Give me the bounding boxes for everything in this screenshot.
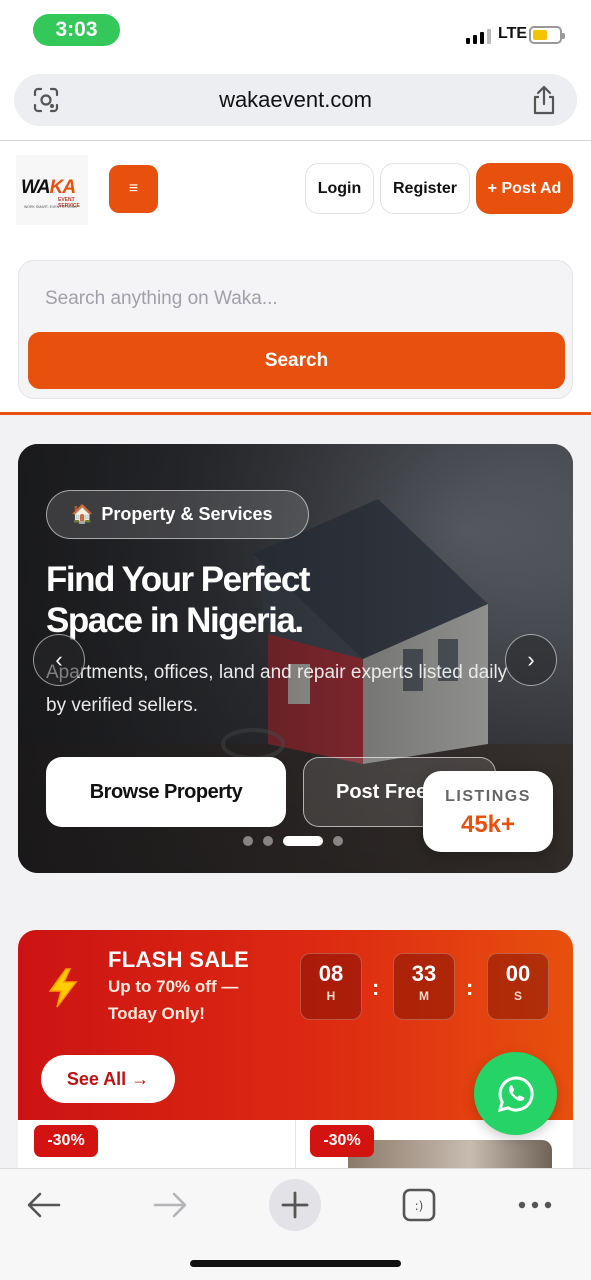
forward-button[interactable] bbox=[144, 1179, 196, 1231]
hero-carousel[interactable]: 🏠 Property & Services Find Your Perfect … bbox=[18, 444, 573, 873]
tabs-icon: :) bbox=[402, 1188, 436, 1222]
register-button[interactable]: Register bbox=[380, 163, 470, 214]
site-header: WAKA EVENT SERVICE WORK SMART. EVENT STR… bbox=[0, 141, 591, 413]
status-bar: 3:03 LTE bbox=[0, 0, 591, 62]
search-input[interactable] bbox=[31, 277, 561, 321]
whatsapp-icon bbox=[497, 1075, 534, 1112]
menu-icon: ≡ bbox=[128, 180, 139, 197]
flash-sale-title: FLASH SALE bbox=[108, 947, 250, 972]
bolt-icon bbox=[48, 968, 78, 1008]
hero-badge-label: Property & Services bbox=[101, 504, 273, 524]
post-ad-button[interactable]: + Post Ad bbox=[476, 163, 573, 214]
back-button[interactable] bbox=[18, 1179, 70, 1231]
more-button[interactable] bbox=[509, 1179, 561, 1231]
url-text[interactable]: wakaevent.com bbox=[14, 87, 577, 113]
hero-description: Apartments, offices, land and repair exp… bbox=[46, 662, 508, 716]
back-icon bbox=[27, 1192, 61, 1218]
browse-property-button[interactable]: Browse Property bbox=[46, 757, 286, 827]
flash-sale-subtitle: Up to 70% off — Today Only! bbox=[108, 977, 239, 1023]
countdown-separator: : bbox=[466, 975, 474, 1000]
chevron-left-icon: ‹ bbox=[55, 647, 63, 672]
countdown-separator: : bbox=[372, 975, 380, 1000]
chevron-right-icon: › bbox=[527, 647, 535, 672]
carousel-dots bbox=[243, 836, 343, 846]
svg-text::): :) bbox=[415, 1199, 424, 1213]
countdown-seconds: 00 S bbox=[487, 953, 549, 1020]
plus-icon bbox=[281, 1191, 309, 1219]
carousel-dot[interactable] bbox=[243, 836, 253, 846]
whatsapp-button[interactable] bbox=[474, 1052, 557, 1135]
discount-badge: -30% bbox=[310, 1125, 374, 1157]
carousel-dot[interactable] bbox=[263, 836, 273, 846]
share-icon[interactable] bbox=[531, 85, 557, 115]
tabs-button[interactable]: :) bbox=[393, 1179, 445, 1231]
more-icon bbox=[518, 1201, 552, 1209]
carousel-prev-button[interactable]: ‹ bbox=[33, 634, 85, 686]
search-button[interactable]: Search bbox=[28, 332, 565, 389]
home-indicator bbox=[190, 1260, 401, 1267]
flash-sale-banner: FLASH SALE Up to 70% off — Today Only! 0… bbox=[18, 930, 573, 1168]
forward-icon bbox=[153, 1192, 187, 1218]
menu-button[interactable]: ≡ bbox=[109, 165, 158, 213]
login-button[interactable]: Login bbox=[305, 163, 374, 214]
countdown-hours: 08 H bbox=[300, 953, 362, 1020]
house-icon: 🏠 bbox=[71, 504, 94, 524]
see-all-button[interactable]: See All → bbox=[41, 1055, 175, 1103]
search-card: Search bbox=[18, 260, 573, 399]
hero-category-badge[interactable]: 🏠 Property & Services bbox=[46, 490, 309, 539]
waka-logo[interactable]: WAKA EVENT SERVICE WORK SMART. EVENT STR… bbox=[16, 155, 88, 225]
signal-icon bbox=[466, 28, 491, 44]
listings-stat-card: LISTINGS 45k+ bbox=[423, 771, 553, 852]
carousel-dot[interactable] bbox=[333, 836, 343, 846]
discount-badge: -30% bbox=[34, 1125, 98, 1157]
url-bar[interactable]: wakaevent.com bbox=[14, 74, 577, 126]
product-thumbnail[interactable] bbox=[348, 1140, 552, 1168]
hero-title: Find Your Perfect Space in Nigeria. bbox=[46, 560, 310, 640]
network-label: LTE bbox=[498, 25, 528, 42]
listings-label: LISTINGS bbox=[445, 788, 531, 805]
carousel-dot-active[interactable] bbox=[283, 836, 323, 846]
flash-sale-products: -30% -30% bbox=[18, 1120, 573, 1168]
battery-icon bbox=[529, 26, 565, 44]
listings-value: 45k+ bbox=[460, 811, 516, 838]
countdown-minutes: 33 M bbox=[393, 953, 455, 1020]
carousel-next-button[interactable]: › bbox=[505, 634, 557, 686]
new-tab-button[interactable] bbox=[269, 1179, 321, 1231]
status-time: 3:03 bbox=[33, 14, 120, 46]
